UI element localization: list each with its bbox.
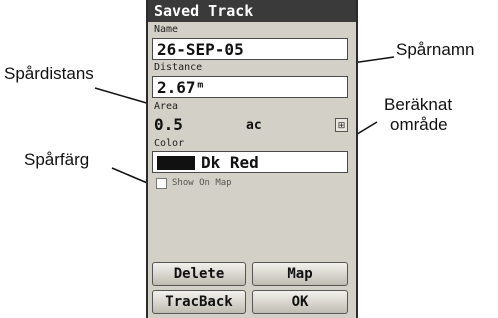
callout-spardistans: Spårdistans: [4, 64, 94, 83]
title-bar: Saved Track: [148, 0, 356, 22]
map-button[interactable]: Map: [252, 262, 348, 286]
area-unit[interactable]: ac: [246, 118, 262, 133]
ok-button[interactable]: OK: [252, 290, 348, 314]
callout-sparfarg: Spårfärg: [24, 150, 90, 169]
distance-label: Distance: [154, 62, 203, 73]
color-field[interactable]: Dk Red: [152, 151, 348, 173]
name-value: 26-SEP-05: [157, 40, 244, 59]
name-field[interactable]: 26-SEP-05: [152, 38, 348, 60]
distance-value: 2.67ᵐ: [157, 78, 206, 97]
show-on-map-checkbox[interactable]: [156, 178, 167, 189]
callout-sparnamn: Spårnamn: [396, 40, 475, 59]
name-label: Name: [154, 24, 179, 35]
color-label: Color: [154, 138, 185, 149]
delete-button[interactable]: Delete: [152, 262, 246, 286]
device-screen: Saved Track Name 26-SEP-05 Distance 2.67…: [146, 0, 358, 318]
trackback-button[interactable]: TracBack: [152, 290, 246, 314]
show-on-map-label: Show On Map: [172, 178, 232, 188]
area-label: Area: [154, 101, 179, 112]
page-title: Saved Track: [154, 2, 254, 20]
callout-berakat-line2: område: [390, 115, 448, 134]
color-value: Dk Red: [201, 153, 259, 172]
color-swatch: [157, 156, 195, 170]
area-row: 0.5 ac ⊞: [152, 115, 348, 137]
calculate-area-button[interactable]: ⊞: [335, 118, 348, 132]
distance-field: 2.67ᵐ: [152, 76, 348, 98]
callout-berakat-line1: Beräknat: [384, 95, 453, 114]
callout-line-spardistans: [94, 87, 151, 105]
area-value: 0.5: [154, 115, 183, 134]
